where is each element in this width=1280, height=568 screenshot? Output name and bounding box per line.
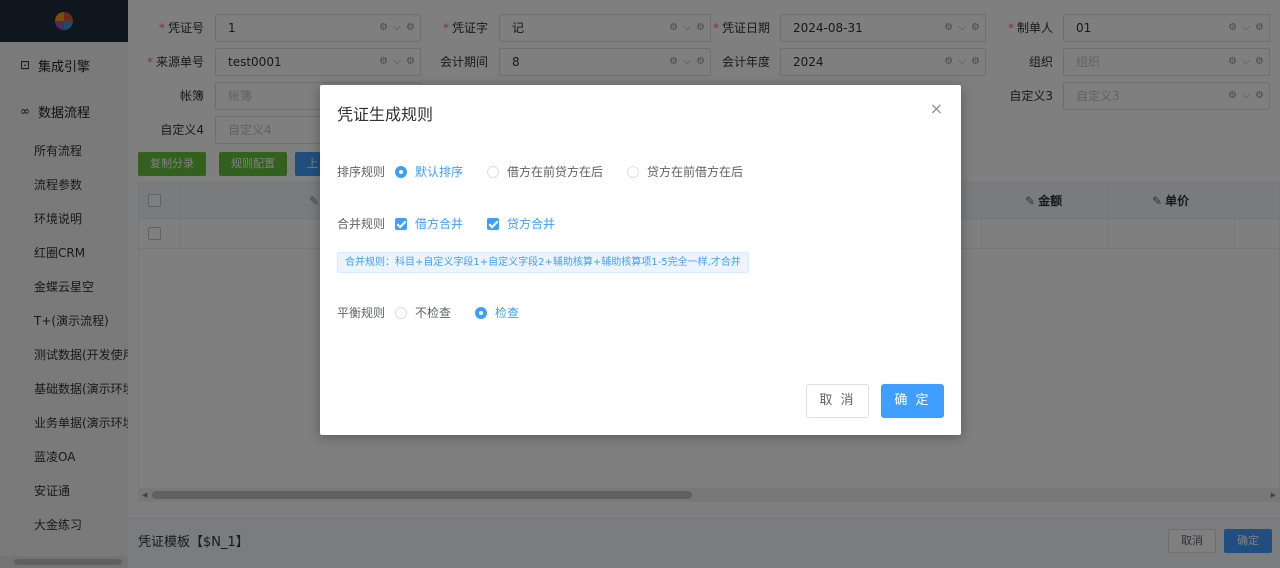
radio-icon xyxy=(395,166,407,178)
balance-option-check[interactable]: 检查 xyxy=(475,303,519,323)
balance-option-no-check[interactable]: 不检查 xyxy=(395,303,451,323)
balance-rule-label: 平衡规则 xyxy=(337,306,386,320)
radio-icon xyxy=(475,307,487,319)
merge-rule-row: 合并规则 借方合并 贷方合并 xyxy=(337,214,937,234)
sort-option-debit-first[interactable]: 借方在前贷方在后 xyxy=(487,162,603,182)
dialog-cancel-button[interactable]: 取 消 xyxy=(806,384,869,418)
sort-rule-label: 排序规则 xyxy=(337,165,386,179)
radio-icon xyxy=(627,166,639,178)
merge-option-credit[interactable]: 贷方合并 xyxy=(487,214,555,234)
dialog-title: 凭证生成规则 xyxy=(337,105,434,124)
checkbox-checked-icon xyxy=(487,218,499,230)
sort-option-credit-first[interactable]: 贷方在前借方在后 xyxy=(627,162,743,182)
merge-rule-label: 合并规则 xyxy=(337,217,386,231)
checkbox-checked-icon xyxy=(395,218,407,230)
dialog-confirm-button[interactable]: 确 定 xyxy=(881,384,944,418)
balance-rule-row: 平衡规则 不检查 检查 xyxy=(337,303,937,323)
sort-option-default[interactable]: 默认排序 xyxy=(395,162,463,182)
close-icon[interactable]: × xyxy=(930,99,943,119)
merge-option-debit[interactable]: 借方合并 xyxy=(395,214,463,234)
radio-icon xyxy=(487,166,499,178)
voucher-rule-dialog: 凭证生成规则 × 排序规则 默认排序 借方在前贷方在后 贷方在前借方在后 合并规… xyxy=(320,85,961,435)
radio-icon xyxy=(395,307,407,319)
merge-rule-tip: 合并规则：科目+自定义字段1+自定义字段2+辅助核算+辅助核算项1-5完全一样,… xyxy=(337,252,749,273)
sort-rule-row: 排序规则 默认排序 借方在前贷方在后 贷方在前借方在后 xyxy=(337,162,937,182)
